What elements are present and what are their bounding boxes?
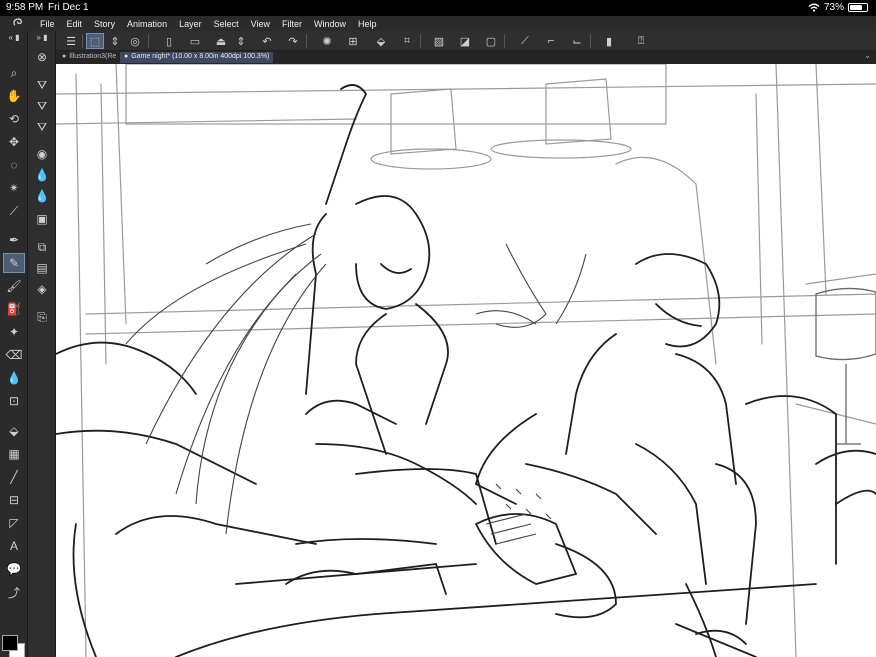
blend-icon[interactable]: 💧 bbox=[3, 368, 25, 388]
toolbar-divider bbox=[590, 34, 591, 48]
move-icon[interactable]: ✥ bbox=[3, 132, 25, 152]
tool-panel: « ▮ ⌕ ✋ ⟲ ✥ ◌ ✴ ⟋ ✒ ✎ 🖌 ⛽ ✦ ⌫ 💧 ⊡ ⬙ ▦ ╱ … bbox=[0, 31, 28, 657]
subtool-circle-icon[interactable]: ⊗ bbox=[31, 47, 53, 67]
airbrush-icon[interactable]: ⛽ bbox=[3, 299, 25, 319]
subtool-square-icon[interactable]: ▣ bbox=[31, 209, 53, 229]
status-bar: 9:58 PM Fri Dec 1 73% bbox=[0, 0, 876, 16]
chevron-down-icon[interactable]: ⌄ bbox=[864, 51, 871, 60]
selection-tool-icon[interactable]: ⬚ bbox=[86, 33, 104, 49]
document-tabs: ● Illustration3(Re ● Game night* (10.00 x … bbox=[56, 51, 876, 64]
menu-help[interactable]: Help bbox=[352, 19, 383, 29]
magic-wand-icon[interactable]: ✴ bbox=[3, 178, 25, 198]
up-down-icon[interactable]: ⇕ bbox=[106, 33, 124, 49]
tab-illustration3[interactable]: ● Illustration3(Re bbox=[58, 52, 120, 63]
pen-curve-icon[interactable]: ⌐ bbox=[542, 33, 560, 49]
subtool-page-icon[interactable]: ⎘ bbox=[31, 307, 53, 327]
spinner-icon[interactable]: ✺ bbox=[318, 33, 336, 49]
undo-icon[interactable]: ↶ bbox=[258, 33, 276, 49]
redo-icon[interactable]: ↷ bbox=[284, 33, 302, 49]
toolbar-divider bbox=[420, 34, 421, 48]
hand-icon[interactable]: ✋ bbox=[3, 86, 25, 106]
subtool-drop-3-icon[interactable]: 💧 bbox=[31, 186, 53, 206]
pencil-icon[interactable]: ✎ bbox=[3, 253, 25, 273]
lasso-icon[interactable]: ◌ bbox=[3, 155, 25, 175]
status-right: 73% bbox=[808, 2, 868, 13]
new-file-icon[interactable]: ▯ bbox=[160, 33, 178, 49]
ruler-icon[interactable]: ⟋ bbox=[516, 33, 534, 49]
menu-select[interactable]: Select bbox=[208, 19, 245, 29]
menu-window[interactable]: Window bbox=[308, 19, 352, 29]
phone-icon[interactable]: ▮ bbox=[600, 33, 618, 49]
menu-story[interactable]: Story bbox=[88, 19, 121, 29]
menu-file[interactable]: File bbox=[34, 19, 61, 29]
subtool-drop-2-icon[interactable]: 💧 bbox=[31, 165, 53, 185]
menu-edit[interactable]: Edit bbox=[61, 19, 89, 29]
ruler-icon[interactable]: ◸ bbox=[3, 513, 25, 533]
fill-bucket-icon[interactable]: ⬙ bbox=[372, 33, 390, 49]
save-icon[interactable]: ⏏ bbox=[212, 33, 230, 49]
rotate-icon[interactable]: ⟲ bbox=[3, 109, 25, 129]
battery-percent: 73% bbox=[823, 2, 844, 13]
help-icon[interactable]: ⍰ bbox=[632, 33, 650, 49]
menu-filter[interactable]: Filter bbox=[276, 19, 308, 29]
layer-half-icon[interactable]: ◪ bbox=[456, 33, 474, 49]
menu-view[interactable]: View bbox=[245, 19, 276, 29]
color-swatches[interactable] bbox=[2, 635, 26, 657]
text-icon[interactable]: A bbox=[3, 536, 25, 556]
toolbar-divider bbox=[148, 34, 149, 48]
open-folder-icon[interactable]: ▭ bbox=[186, 33, 204, 49]
zoom-icon[interactable]: ◎ bbox=[126, 33, 144, 49]
menu-bar: File Edit Story Animation Layer Select V… bbox=[0, 16, 876, 31]
layer-frame-icon[interactable]: ▢ bbox=[482, 33, 500, 49]
up-down-icon[interactable]: ⇕ bbox=[232, 33, 250, 49]
tab-label: Illustration3(Re bbox=[69, 53, 117, 60]
subtool-fill-2-icon[interactable]: ⛛ bbox=[31, 96, 53, 116]
subtool-drop-1-icon[interactable]: ◉ bbox=[31, 144, 53, 164]
menu-icon[interactable]: ☰ bbox=[62, 33, 80, 49]
subtool-layers-3-icon[interactable]: ◈ bbox=[31, 279, 53, 299]
subtool-panel: » ▮ ⊗ ⛛ ⛛ ⛛ ◉ 💧 💧 ▣ ⧉ ▤ ◈ ⎘ bbox=[28, 31, 56, 657]
line-icon[interactable]: ╱ bbox=[3, 467, 25, 487]
fill-icon[interactable]: ⬙ bbox=[3, 421, 25, 441]
decoration-icon[interactable]: ✦ bbox=[3, 322, 25, 342]
menu-layer[interactable]: Layer bbox=[173, 19, 208, 29]
layer-mask-icon[interactable]: ▨ bbox=[430, 33, 448, 49]
eyedropper-icon[interactable]: ⟋ bbox=[3, 201, 25, 221]
correct-line-icon[interactable]: ⤴ bbox=[3, 582, 25, 602]
menu-animation[interactable]: Animation bbox=[121, 19, 173, 29]
zoom-icon[interactable]: ⌕ bbox=[3, 63, 25, 83]
foreground-color[interactable] bbox=[2, 635, 18, 651]
pen-icon[interactable]: ✒ bbox=[3, 230, 25, 250]
subtool-layers-2-icon[interactable]: ▤ bbox=[31, 258, 53, 278]
sketch-artwork bbox=[56, 64, 876, 657]
status-date: Fri Dec 1 bbox=[48, 2, 89, 13]
brush-icon[interactable]: 🖌 bbox=[3, 276, 25, 296]
figure-icon[interactable]: ⊡ bbox=[3, 391, 25, 411]
eraser-icon[interactable]: ⌫ bbox=[3, 345, 25, 365]
crop-icon[interactable]: ⌗ bbox=[398, 33, 416, 49]
subtool-layers-1-icon[interactable]: ⧉ bbox=[31, 237, 53, 257]
frame-icon[interactable]: ⊟ bbox=[3, 490, 25, 510]
toolbar-divider bbox=[82, 34, 83, 48]
balloon-icon[interactable]: 💬 bbox=[3, 559, 25, 579]
battery-icon bbox=[848, 3, 868, 12]
toolbar-divider bbox=[504, 34, 505, 48]
pen-line-icon[interactable]: ⌙ bbox=[568, 33, 586, 49]
tab-label: Game night* (10.00 x 8.00in 400dpi 100.3… bbox=[131, 53, 270, 60]
status-time: 9:58 PM bbox=[6, 2, 44, 13]
subtool-fill-1-icon[interactable]: ⛛ bbox=[31, 75, 53, 95]
gradient-icon[interactable]: ▦ bbox=[3, 444, 25, 464]
panel-collapse-icon[interactable]: » ▮ bbox=[31, 31, 53, 43]
subtool-fill-3-icon[interactable]: ⛛ bbox=[31, 117, 53, 137]
toolbar-divider bbox=[306, 34, 307, 48]
drawing-canvas[interactable] bbox=[56, 64, 876, 657]
transform-icon[interactable]: ⊞ bbox=[344, 33, 362, 49]
clip-studio-logo-icon[interactable] bbox=[0, 17, 34, 31]
wifi-icon bbox=[808, 3, 820, 12]
command-bar: ☰ ⬚ ⇕ ◎ ▯ ▭ ⏏ ⇕ ↶ ↷ ✺ ⊞ ⬙ ⌗ ▨ ◪ ▢ ⟋ ⌐ ⌙ … bbox=[56, 31, 876, 51]
tab-game-night[interactable]: ● Game night* (10.00 x 8.00in 400dpi 100.… bbox=[120, 52, 274, 63]
menu-dots-icon[interactable]: « ▮ bbox=[3, 31, 25, 43]
